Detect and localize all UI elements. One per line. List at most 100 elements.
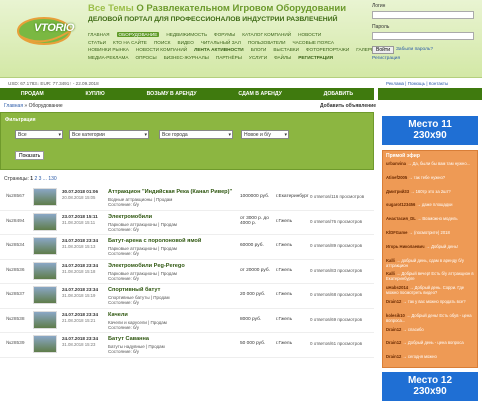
ad-thumbnail[interactable] xyxy=(33,212,57,231)
filter-category-select[interactable]: Все категории xyxy=(69,130,149,139)
ad-price: 8000 руб. xyxy=(240,316,262,322)
nav-item[interactable]: УСЛУГИ xyxy=(249,55,267,60)
chat-author[interactable]: Анастасия_DL xyxy=(386,216,416,221)
filter-type-select[interactable]: Все xyxy=(15,130,63,139)
menu-rent-give[interactable]: СДАМ В АРЕНДУ xyxy=(238,91,281,97)
nav-item[interactable]: НОВОСТИ КОМПАНИЙ xyxy=(136,47,187,52)
nav-item[interactable]: ПОЛЬЗОВАТЕЛИ xyxy=(248,40,286,45)
chat-author[interactable]: KlDFGame xyxy=(386,230,407,235)
chat-author[interactable]: Дмитрий33 xyxy=(386,189,409,194)
page-current: 1 xyxy=(30,176,34,182)
site-logo[interactable]: VTORIO xyxy=(14,10,82,52)
ad-price: 1000000 руб. xyxy=(240,194,270,199)
ad-thumbnail[interactable] xyxy=(33,310,57,329)
password-input[interactable] xyxy=(372,32,474,40)
nav-item[interactable]: НЕДВИЖИМОСТЬ xyxy=(166,32,207,37)
chat-message: Анастасия_DL → Возможно модель xyxy=(386,216,476,221)
ad-title[interactable]: Спортивный батут xyxy=(108,287,160,293)
nav-item[interactable]: НОВОСТИ xyxy=(298,32,321,37)
chat-author[interactable]: urbanvina xyxy=(386,161,406,166)
nav-item[interactable]: КАТАЛОГ КОМПАНИЙ xyxy=(242,32,291,37)
ad-date-updated: 20.08.2018 15:05 xyxy=(62,195,96,200)
chat-author[interactable]: Drain12 xyxy=(386,354,401,359)
banner-ad-12[interactable]: Место 12 230x90 xyxy=(382,372,478,401)
nav-item[interactable]: ФОРУМЫ xyxy=(214,32,235,37)
login-input[interactable] xyxy=(372,11,474,19)
ad-state: Состояние: б/у xyxy=(108,202,140,207)
ad-thumbnail[interactable] xyxy=(33,237,57,255)
chat-author[interactable]: Atinef2005 xyxy=(386,175,407,180)
menu-sell[interactable]: ПРОДАМ xyxy=(21,91,44,97)
nav-item[interactable]: НОВИНКИ РЫНКА xyxy=(88,47,129,52)
banner-ad-11[interactable]: Место 11 230x90 xyxy=(382,116,478,145)
page-links[interactable]: 2 3 ... 130 xyxy=(34,176,56,182)
filter-condition-select[interactable]: Новое и б/у xyxy=(241,130,289,139)
side-links[interactable]: Реклама | Помощь | Контакты xyxy=(386,81,448,86)
menu-add[interactable]: ДОБАВИТЬ xyxy=(324,91,353,97)
nav-item[interactable]: РЕГИСТРАЦИЯ xyxy=(298,55,333,60)
nav-item[interactable]: ЧАСОВЫЕ ПОЯСА xyxy=(293,40,335,45)
nav-row-2: СТАТЬИ КТО НА САЙТЕ ПОИСК ВИДЕО ЧИТАЛЬНЫ… xyxy=(88,39,358,47)
nav-item[interactable]: ФОТОРЕПОРТАЖИ xyxy=(306,47,349,52)
nav-item[interactable]: ФАЙЛЫ xyxy=(274,55,291,60)
table-row[interactable]: №28538 24.07.2018 23:34 21.08.2018 15:21… xyxy=(0,309,374,333)
nav-item[interactable]: ОПРОСЫ xyxy=(135,55,156,60)
ad-state: Состояние: б/у xyxy=(108,349,140,354)
filter-panel: Фильтрация Все Все категории Все города … xyxy=(0,112,374,170)
table-row[interactable]: №28494 23.07.2018 15:11 31.08.2018 15:11… xyxy=(0,211,374,235)
chat-message: kolesik10 → Добрый день! Есть обув - цен… xyxy=(386,313,476,323)
chat-author[interactable]: Игорь Николаевич xyxy=(386,244,425,249)
nav-item[interactable]: ПАРТНЁРЫ xyxy=(216,55,242,60)
ad-date-updated: 31.08.2018 15:13 xyxy=(62,244,96,249)
menu-rent-take[interactable]: ВОЗЬМУ В АРЕНДУ xyxy=(147,91,197,97)
nav-item[interactable]: ЛЕНТА АКТИВНОСТИ xyxy=(194,47,244,52)
table-row[interactable]: №28539 24.07.2018 23:34 31.08.2018 15:23… xyxy=(0,333,374,358)
table-row[interactable]: №28567 30.07.2018 01:06 20.08.2018 15:05… xyxy=(0,186,374,211)
chat-author[interactable]: Drain12 xyxy=(386,327,401,332)
nav-item[interactable]: БИЗНЕС-ЖУРНАЛЫ xyxy=(164,55,209,60)
ad-thumbnail[interactable] xyxy=(33,188,57,206)
nav-item[interactable]: ПОИСК xyxy=(154,40,171,45)
ad-thumbnail[interactable] xyxy=(33,261,57,280)
menu-buy[interactable]: КУПЛЮ xyxy=(86,91,105,97)
side-header-bar xyxy=(378,88,482,100)
table-row[interactable]: №28534 24.07.2018 23:34 31.08.2018 15:13… xyxy=(0,235,374,260)
nav-item[interactable]: БЛОГИ xyxy=(251,47,267,52)
nav-item[interactable]: МЕДИА-РЕКЛАМА xyxy=(88,55,128,60)
register-link[interactable]: Регистрация xyxy=(372,56,400,61)
add-ad-link[interactable]: Добавить объявление xyxy=(320,103,376,109)
ad-title[interactable]: Электромобили xyxy=(108,214,152,220)
chat-author[interactable]: Drain12 xyxy=(386,340,401,345)
ad-city: г.Гжель xyxy=(276,243,293,248)
ad-thumbnail[interactable] xyxy=(33,335,57,353)
chat-author[interactable]: Drain12 xyxy=(386,299,401,304)
ad-title[interactable]: Аттракцион "Индийская Река (Канал Ривер)… xyxy=(108,189,232,195)
ad-title[interactable]: Батут-арена с поролоновой ямой xyxy=(108,238,201,244)
nav-item[interactable]: ВЫСТАВКИ xyxy=(273,47,299,52)
ad-title[interactable]: Электромобили Peg-Perego xyxy=(108,263,185,269)
table-row[interactable]: №28536 24.07.2018 23:34 31.08.2018 15:18… xyxy=(0,260,374,284)
nav-item[interactable]: ГЛАВНАЯ xyxy=(88,32,110,37)
nav-item[interactable]: КТО НА САЙТЕ xyxy=(113,40,147,45)
ad-thumbnail[interactable] xyxy=(33,286,57,304)
nav-item[interactable]: СТАТЬИ xyxy=(88,40,106,45)
nav-item[interactable]: ЧИТАЛЬНЫЙ ЗАЛ xyxy=(201,40,241,45)
ad-state: Состояние: б/у xyxy=(108,300,140,305)
forgot-password-link[interactable]: Забыли пароль? xyxy=(396,47,433,52)
table-row[interactable]: №28537 24.07.2018 23:34 31.08.2018 15:19… xyxy=(0,284,374,309)
chat-message: Drain12 → сегодня можно xyxy=(386,354,476,359)
ad-price: 60000 руб. xyxy=(240,243,264,248)
nav-item-active[interactable]: ОБОРУДОВАНИЕ xyxy=(116,32,160,38)
header: VTORIO Все Темы О Развлекательном Игрово… xyxy=(0,0,482,78)
chat-text: → (посмотрите) 2018 xyxy=(408,230,450,235)
login-button[interactable]: Войти xyxy=(372,46,394,54)
filter-city-select[interactable]: Все города xyxy=(159,130,233,139)
filter-show-button[interactable]: Показать xyxy=(15,151,45,160)
ad-title[interactable]: Качели xyxy=(108,312,128,318)
ad-state: Состояние: б/у xyxy=(108,275,140,281)
chat-author[interactable]: sugarot123456 xyxy=(386,202,415,207)
nav-item[interactable]: ВИДЕО xyxy=(177,40,193,45)
ad-title[interactable]: Батут Саванна xyxy=(108,336,149,342)
ad-state: Состояние: б/у xyxy=(108,226,140,232)
breadcrumb-home[interactable]: Главная xyxy=(4,103,23,109)
